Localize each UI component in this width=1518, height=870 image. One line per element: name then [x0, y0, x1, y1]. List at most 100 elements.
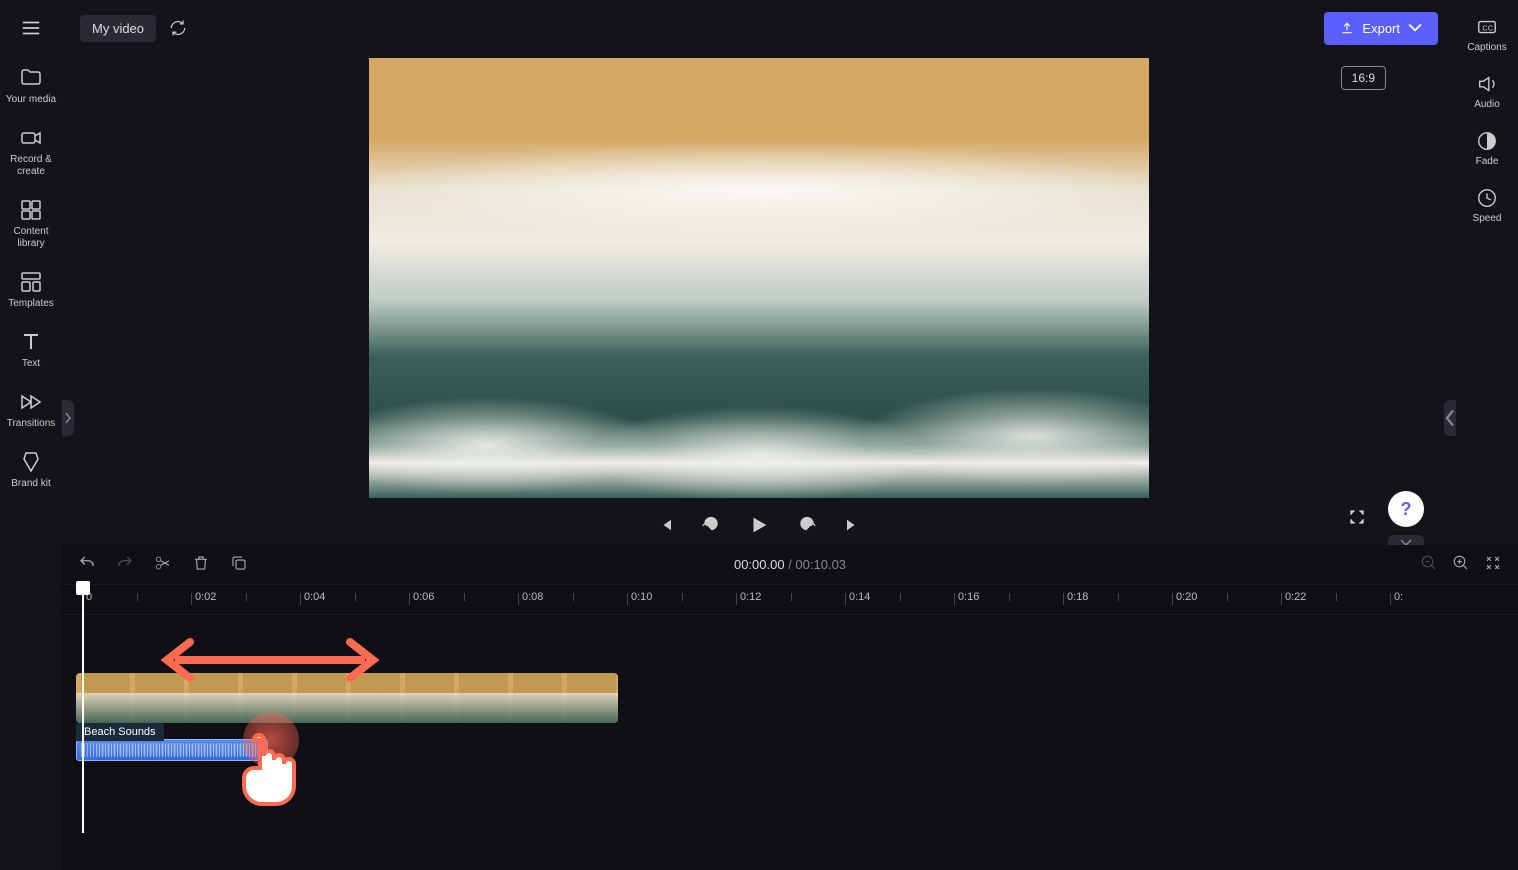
svg-text:5: 5 [709, 524, 712, 530]
ruler-tick-label: 0:08 [522, 591, 543, 603]
trash-icon [192, 554, 210, 572]
playback-controls: 5 5 [656, 514, 862, 536]
export-button[interactable]: Export [1324, 12, 1438, 45]
skip-end-button[interactable] [844, 516, 862, 534]
rewind-icon: 5 [702, 516, 720, 534]
forward-button[interactable]: 5 [798, 516, 816, 534]
ruler-tick-label: 0:22 [1285, 591, 1306, 603]
ruler-tick-label: 0:10 [631, 591, 652, 603]
transitions-icon [19, 390, 43, 414]
fullscreen-button[interactable] [1348, 508, 1366, 529]
zoom-controls [1420, 554, 1502, 575]
sidebar-item-label: Transitions [7, 418, 56, 430]
zoom-out-icon [1420, 554, 1438, 572]
zoom-in-button[interactable] [1452, 554, 1470, 575]
right-item-speed[interactable]: Speed [1456, 177, 1518, 234]
ruler-tick-label: 0:06 [413, 591, 434, 603]
sidebar-item-brand-kit[interactable]: Brand kit [0, 440, 62, 500]
fit-icon [1484, 554, 1502, 572]
playhead[interactable] [76, 581, 90, 595]
upload-icon [1340, 21, 1354, 35]
sidebar-item-record-create[interactable]: Record & create [0, 116, 62, 188]
undo-icon [78, 554, 96, 572]
right-sidebar: CC Captions Audio Fade Speed [1456, 0, 1518, 545]
sidebar-item-content-library[interactable]: Content library [0, 188, 62, 260]
right-item-label: Fade [1476, 156, 1499, 167]
fullscreen-icon [1348, 508, 1366, 526]
split-button[interactable] [154, 554, 172, 575]
duplicate-button[interactable] [230, 554, 248, 575]
preview-area: 16:9 5 5 ? [62, 56, 1456, 545]
waveform [97, 744, 263, 756]
audio-clip[interactable] [76, 739, 268, 761]
hamburger-icon [20, 17, 42, 39]
current-time: 00:00.00 [734, 557, 785, 572]
help-button[interactable]: ? [1388, 491, 1424, 527]
ruler-marks: 00:020:040:060:080:100:120:140:160:180:2… [62, 585, 1518, 614]
right-item-captions[interactable]: CC Captions [1456, 6, 1518, 63]
fit-button[interactable] [1484, 554, 1502, 575]
export-label: Export [1362, 21, 1400, 36]
ruler-tick-label: 0:18 [1067, 591, 1088, 603]
ruler-tick-label: 0:14 [849, 591, 870, 603]
aspect-ratio-button[interactable]: 16:9 [1341, 66, 1386, 90]
skip-end-icon [844, 516, 862, 534]
top-bar: My video Export [62, 0, 1456, 56]
scissors-icon [154, 554, 172, 572]
ruler-tick-label: 0:12 [740, 591, 761, 603]
zoom-out-button[interactable] [1420, 554, 1438, 575]
sidebar-item-label: Brand kit [11, 478, 50, 490]
sidebar-item-label: Text [22, 358, 40, 370]
ruler-tick-label: 0:02 [195, 591, 216, 603]
svg-text:5: 5 [805, 524, 808, 530]
right-item-label: Speed [1473, 213, 1502, 224]
delete-button[interactable] [192, 554, 210, 575]
redo-icon [116, 554, 134, 572]
project-name-input[interactable]: My video [80, 15, 156, 42]
ruler-tick-label: 0: [1394, 591, 1403, 603]
folder-icon [19, 66, 43, 90]
text-icon [19, 330, 43, 354]
copy-icon [230, 554, 248, 572]
right-item-label: Audio [1474, 99, 1500, 110]
timeline-ruler[interactable]: 00:020:040:060:080:100:120:140:160:180:2… [62, 585, 1518, 615]
svg-text:CC: CC [1482, 24, 1493, 33]
tracks-area[interactable]: Beach Sounds [62, 615, 1518, 761]
skip-start-button[interactable] [656, 516, 674, 534]
total-time: 00:10.03 [795, 557, 846, 572]
brandkit-icon [19, 450, 43, 474]
preview-image [369, 58, 1149, 498]
sidebar-item-transitions[interactable]: Transitions [0, 380, 62, 440]
speed-icon [1476, 187, 1498, 209]
right-item-audio[interactable]: Audio [1456, 63, 1518, 120]
ruler-tick-label: 0:16 [958, 591, 979, 603]
sidebar-item-templates[interactable]: Templates [0, 260, 62, 320]
time-display: 00:00.00 / 00:10.03 [734, 557, 846, 572]
play-button[interactable] [748, 514, 770, 536]
zoom-in-icon [1452, 554, 1470, 572]
video-clip[interactable] [76, 673, 618, 723]
sidebar-item-label: Record & create [2, 154, 60, 178]
templates-icon [19, 270, 43, 294]
redo-button[interactable] [116, 554, 134, 575]
sidebar-item-label: Content library [2, 226, 60, 250]
sync-icon[interactable] [168, 18, 188, 38]
undo-button[interactable] [78, 554, 96, 575]
audio-clip-label: Beach Sounds [76, 723, 164, 741]
sidebar-item-text[interactable]: Text [0, 320, 62, 380]
rewind-button[interactable]: 5 [702, 516, 720, 534]
menu-button[interactable] [0, 0, 62, 56]
library-icon [19, 198, 43, 222]
speaker-icon [1476, 73, 1498, 95]
right-item-label: Captions [1467, 42, 1506, 53]
play-icon [748, 514, 770, 536]
sidebar-item-label: Templates [8, 298, 54, 310]
video-preview[interactable] [369, 58, 1149, 498]
camera-icon [19, 126, 43, 150]
fade-icon [1476, 130, 1498, 152]
forward-icon: 5 [798, 516, 816, 534]
ruler-tick-label: 0:20 [1176, 591, 1197, 603]
right-item-fade[interactable]: Fade [1456, 120, 1518, 177]
chevron-down-icon [1408, 21, 1422, 35]
sidebar-item-your-media[interactable]: Your media [0, 56, 62, 116]
